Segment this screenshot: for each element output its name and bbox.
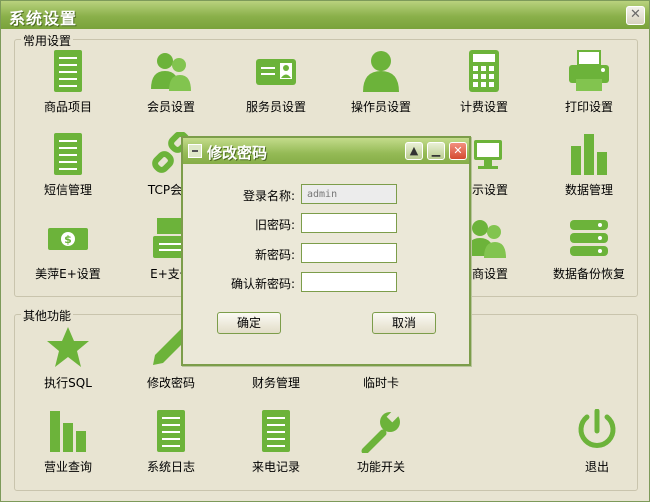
item-data-manage-label: 数据管理 — [564, 183, 613, 197]
item-call-record[interactable]: 来电记录 — [226, 409, 326, 475]
login-name-label: 登录名称: — [242, 189, 295, 203]
item-sms[interactable]: 短信管理 — [18, 132, 118, 198]
operator-icon — [363, 51, 399, 92]
system-settings-window: 系统设置 ✕ 常用设置 其他功能 商品项目 会员设置 服务员设置 操作员设置 计… — [0, 0, 650, 502]
item-call-record-label: 来电记录 — [251, 460, 300, 474]
item-operator-label: 操作员设置 — [350, 100, 411, 114]
old-password-row: 旧密码: — [183, 213, 469, 235]
item-operator[interactable]: 操作员设置 — [331, 49, 431, 115]
login-name-field[interactable] — [301, 184, 397, 204]
members-icon — [151, 53, 191, 91]
window-title-bar[interactable]: 系统设置 ✕ — [1, 1, 649, 29]
item-product[interactable]: 商品项目 — [18, 49, 118, 115]
old-password-field[interactable] — [301, 213, 397, 233]
dialog-minimize-button[interactable]: ▁ — [427, 142, 445, 160]
cancel-button[interactable]: 取消 — [372, 312, 436, 334]
calculator-icon — [469, 50, 499, 92]
new-password-label: 新密码: — [254, 248, 295, 262]
new-password-field[interactable] — [301, 243, 397, 263]
confirm-password-field[interactable] — [301, 272, 397, 292]
call-record-icon — [262, 410, 290, 452]
item-exit[interactable]: 退出 — [547, 409, 647, 475]
dialog-close-button[interactable]: ✕ — [449, 142, 467, 160]
item-data-manage[interactable]: 数据管理 — [539, 132, 639, 198]
item-print-label: 打印设置 — [564, 100, 613, 114]
confirm-password-label: 确认新密码: — [230, 277, 295, 291]
item-product-label: 商品项目 — [43, 100, 92, 114]
window-close-button[interactable]: ✕ — [626, 6, 645, 25]
item-system-log[interactable]: 系统日志 — [121, 409, 221, 475]
item-sms-label: 短信管理 — [43, 183, 92, 197]
star-icon — [47, 327, 89, 367]
item-members[interactable]: 会员设置 — [121, 49, 221, 115]
ok-button[interactable]: 确定 — [217, 312, 281, 334]
log-icon — [157, 410, 185, 452]
item-print[interactable]: 打印设置 — [539, 49, 639, 115]
item-feature-switch-label: 功能开关 — [356, 460, 405, 474]
item-system-log-label: 系统日志 — [146, 460, 195, 474]
item-exec-sql-label: 执行SQL — [44, 376, 92, 390]
item-waiter-label: 服务员设置 — [245, 100, 306, 114]
product-list-icon — [54, 50, 82, 92]
dialog-title-bar[interactable]: 修改密码 ▲ ▁ ✕ — [183, 138, 469, 164]
item-backup-label: 数据备份恢复 — [552, 267, 625, 281]
item-billing[interactable]: 计费设置 — [434, 49, 534, 115]
window-title: 系统设置 — [9, 9, 78, 28]
database-icon — [570, 220, 608, 256]
bar-chart-icon — [50, 411, 86, 452]
item-exit-label: 退出 — [584, 460, 609, 474]
sms-icon — [54, 133, 82, 175]
item-eplus-settings[interactable]: $ 美萍E+设置 — [18, 216, 118, 282]
item-waiter[interactable]: 服务员设置 — [226, 49, 326, 115]
money-icon: $ — [48, 228, 88, 250]
item-backup[interactable]: 数据备份恢复 — [539, 216, 639, 282]
item-business-query[interactable]: 营业查询 — [18, 409, 118, 475]
item-members-label: 会员设置 — [146, 100, 195, 114]
item-feature-switch[interactable]: 功能开关 — [331, 409, 431, 475]
power-icon — [578, 409, 616, 448]
printer-icon — [569, 50, 609, 91]
data-chart-icon — [571, 134, 607, 175]
item-business-query-label: 营业查询 — [43, 460, 92, 474]
item-billing-label: 计费设置 — [459, 100, 508, 114]
waiter-card-icon — [256, 59, 296, 85]
old-password-label: 旧密码: — [254, 218, 295, 232]
wrench-icon — [361, 409, 400, 453]
item-exec-sql[interactable]: 执行SQL — [18, 325, 118, 391]
item-eplus-settings-label: 美萍E+设置 — [35, 267, 101, 281]
item-temp-card-label: 临时卡 — [362, 376, 399, 390]
item-finance-label: 财务管理 — [251, 376, 300, 390]
common-settings-label: 常用设置 — [21, 32, 74, 49]
svg-text:$: $ — [64, 233, 72, 246]
other-functions-label: 其他功能 — [21, 307, 74, 324]
dialog-menu-icon[interactable] — [188, 144, 202, 158]
dialog-title: 修改密码 — [207, 144, 268, 162]
dialog-restore-button[interactable]: ▲ — [405, 142, 423, 160]
confirm-password-row: 确认新密码: — [183, 272, 469, 294]
item-change-password-label: 修改密码 — [146, 376, 195, 390]
change-password-dialog: 修改密码 ▲ ▁ ✕ 登录名称: 旧密码: 新密码: 确认新密码: 确定 取消 — [181, 136, 471, 366]
new-password-row: 新密码: — [183, 243, 469, 265]
login-name-row: 登录名称: — [183, 184, 469, 206]
